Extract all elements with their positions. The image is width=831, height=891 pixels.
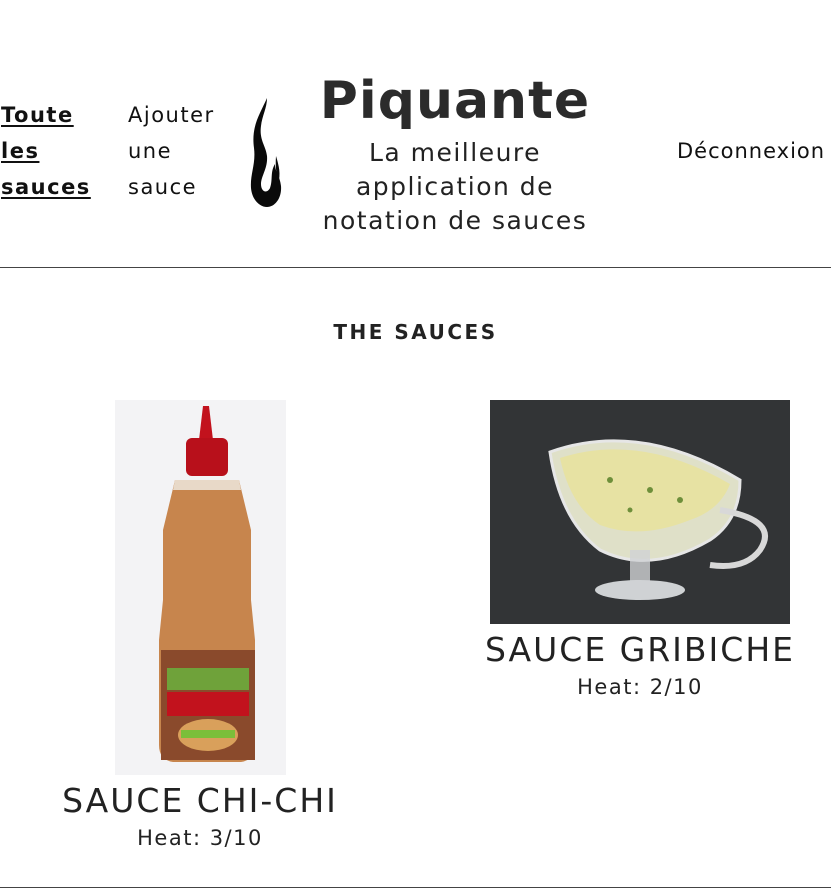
site-header: Toute les sauces Ajouter une sauce Piqua…: [0, 0, 831, 268]
sauce-card[interactable]: SAUCE GRIBICHE Heat: 2/10: [470, 400, 810, 702]
sauce-image[interactable]: [490, 400, 790, 624]
sauce-heat: Heat: 2/10: [577, 675, 703, 699]
nav-link-all-sauces[interactable]: Toute les sauces: [1, 97, 101, 205]
sauce-name: SAUCE GRIBICHE: [485, 630, 795, 669]
sauce-heat: Heat: 3/10: [137, 826, 263, 850]
logout-link[interactable]: Déconnexion: [677, 133, 831, 169]
sauce-name: SAUCE CHI-CHI: [62, 781, 338, 820]
app-tagline: La meilleure application de notation de …: [322, 138, 588, 235]
section-title: THE SAUCES: [333, 320, 498, 344]
footer-divider: [0, 887, 831, 888]
sauce-card[interactable]: SAUCE CHI-CHI Heat: 3/10: [40, 400, 360, 853]
brand-block: Piquante La meilleure application de not…: [310, 66, 600, 238]
flame-icon: [250, 98, 282, 207]
nav-link-add-sauce[interactable]: Ajouter une sauce: [128, 97, 238, 205]
sauce-image[interactable]: [114, 400, 286, 775]
app-title: Piquante: [319, 71, 591, 131]
